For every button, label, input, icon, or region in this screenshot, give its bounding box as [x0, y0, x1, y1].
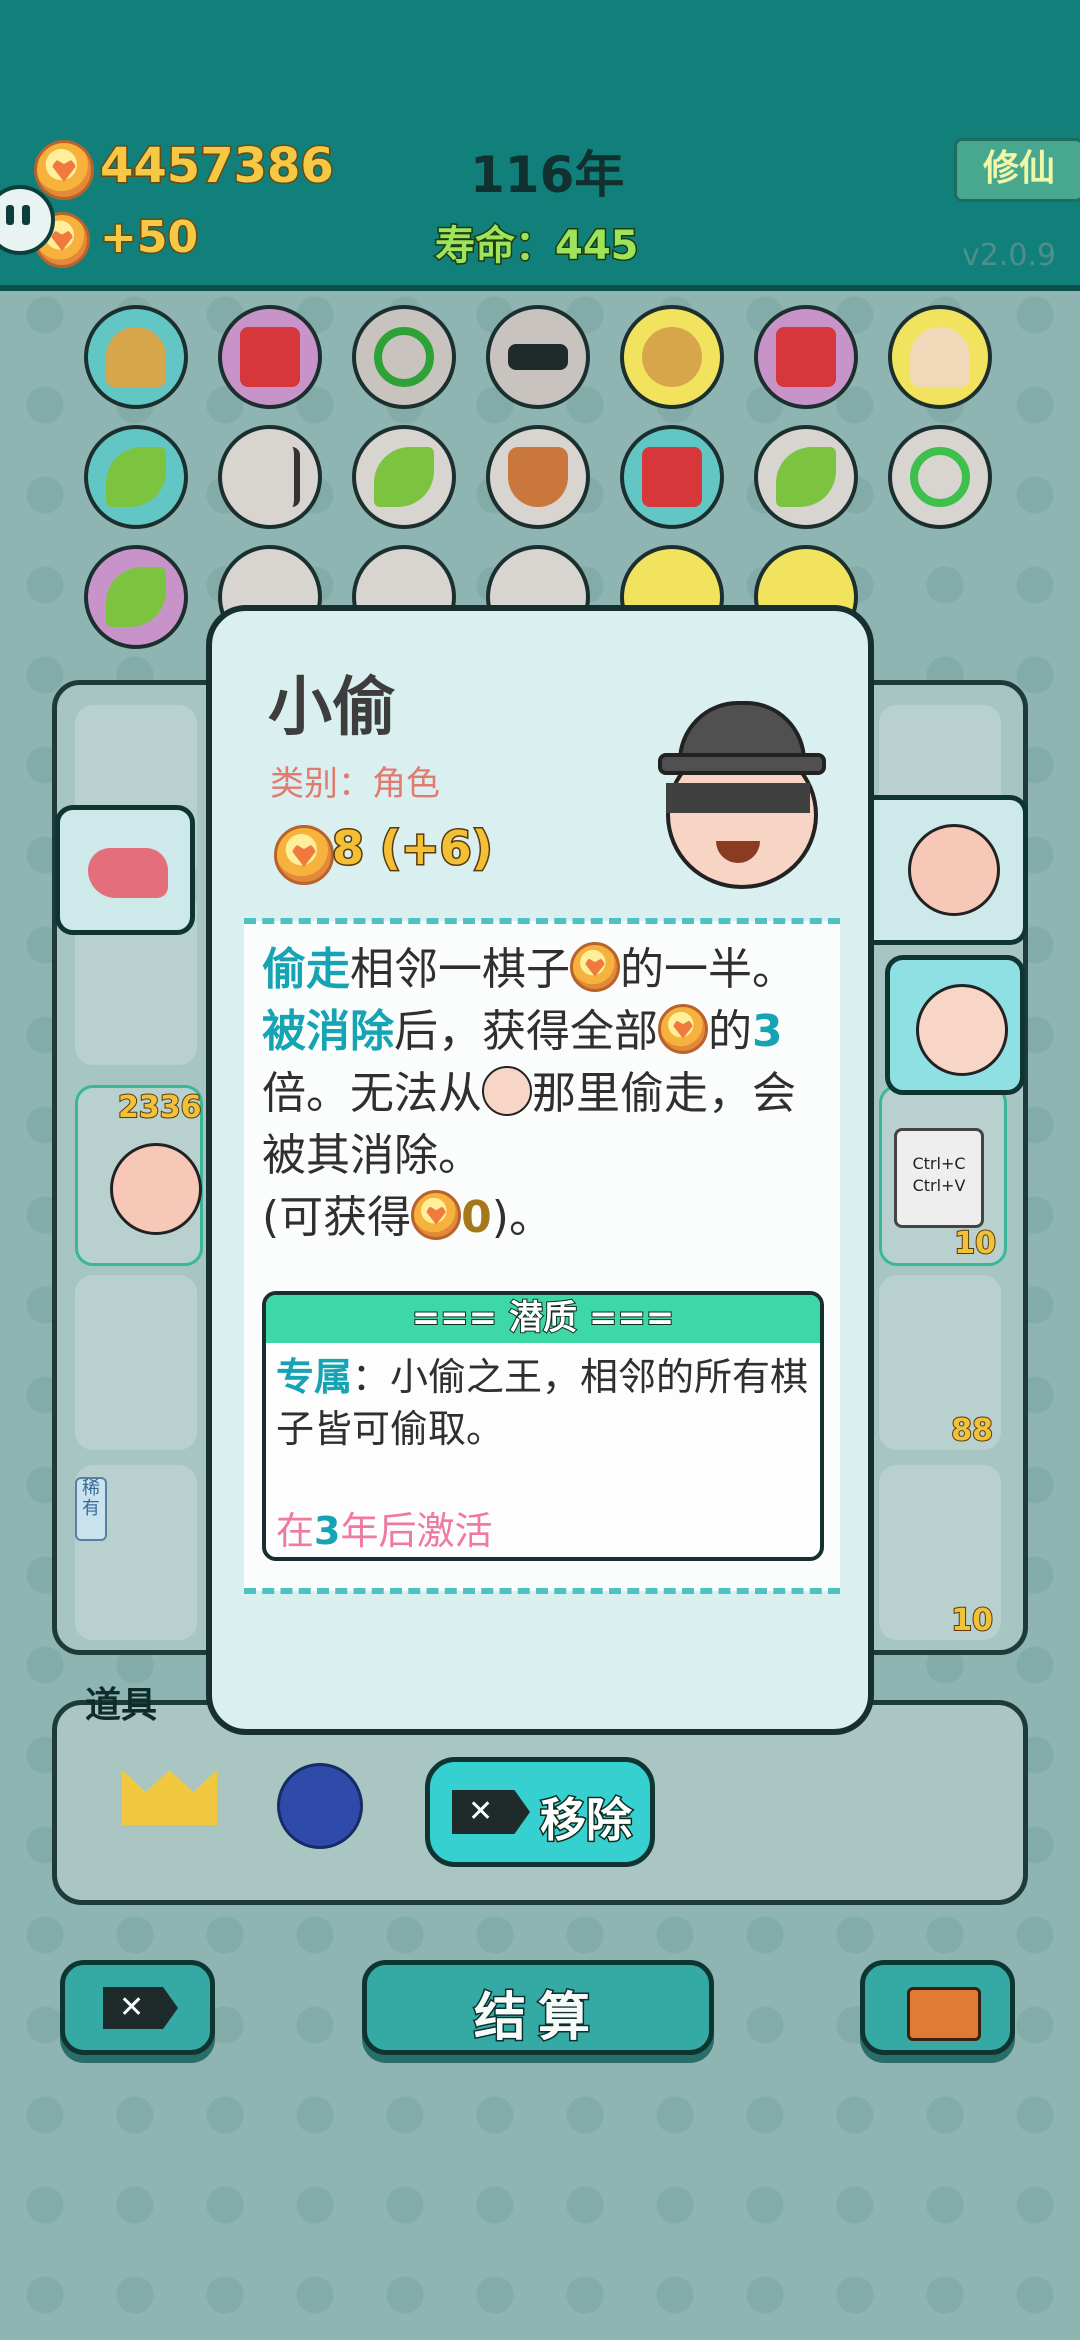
- description-text: 偷走相邻一棋子 的一半。被消除后，获得全部 的3倍。无法从 那里偷走，会被其消除。 (…: [262, 942, 796, 1243]
- thief-portrait-icon: [648, 701, 828, 889]
- divider: [244, 1588, 840, 1594]
- item-skip[interactable]: [218, 425, 322, 529]
- settle-label: 结算: [472, 1987, 602, 2050]
- xiuxian-button[interactable]: 修仙: [954, 138, 1080, 202]
- coin-icon: [570, 942, 620, 992]
- board-cell-thief[interactable]: 2336: [75, 1085, 203, 1266]
- thief-face-icon: [110, 1143, 202, 1235]
- trait-box: === 潜质 === 专属：小偷之王，相邻的所有棋子皆可偷取。 在3年后激活: [262, 1291, 824, 1561]
- item-recycle[interactable]: [352, 305, 456, 409]
- coin-icon: [658, 1004, 708, 1054]
- board-cell-cat-4[interactable]: 10: [879, 1465, 1001, 1640]
- settle-button[interactable]: 结算: [362, 1960, 714, 2055]
- top-status-bar: 4457386 +50 116年 寿命：445 修仙 v2.0.9: [0, 0, 1080, 291]
- board-cell-cat-3[interactable]: 88: [879, 1275, 1001, 1450]
- item-fries[interactable]: [218, 305, 322, 409]
- detail-popup: 小偷 类别：角色 8 (+6) 偷走相邻一棋子 的一半。被消除后，获得全部 的3倍。…: [206, 605, 874, 1735]
- divider: [244, 918, 840, 924]
- thief-tile[interactable]: [868, 795, 1028, 945]
- item-cats-pair[interactable]: [620, 305, 724, 409]
- delete-tag-icon: ✕: [103, 1987, 178, 2029]
- item-shell[interactable]: [888, 305, 992, 409]
- year-counter: 116年: [470, 146, 625, 204]
- item-refresh[interactable]: [888, 425, 992, 529]
- liver-tile[interactable]: [55, 805, 195, 935]
- remove-label: 移除: [539, 1792, 634, 1849]
- board-cell-copy[interactable]: Ctrl+C Ctrl+V 10: [879, 1085, 1007, 1266]
- item-delete-tag[interactable]: [486, 305, 590, 409]
- item-cat[interactable]: [84, 305, 188, 409]
- board-cell-empty[interactable]: [75, 1275, 197, 1450]
- lifespan-counter: 寿命：445: [434, 222, 640, 271]
- popup-description: 偷走相邻一棋子 的一半。被消除后，获得全部 的3倍。无法从 那里偷走，会被其消除。 (…: [244, 918, 840, 1594]
- inventory-button[interactable]: [860, 1960, 1015, 2055]
- item-leaf-2[interactable]: [352, 425, 456, 529]
- coin-icon: [411, 1190, 462, 1240]
- count-label: 10: [953, 1225, 997, 1262]
- police-face-icon: [916, 984, 1008, 1076]
- item-leaf-4[interactable]: [84, 545, 188, 649]
- thief-face-icon: [908, 824, 1000, 916]
- tools-label: 道具: [85, 1685, 158, 1726]
- count-label: 10: [950, 1602, 994, 1639]
- count-label: 2336: [117, 1089, 202, 1126]
- trait-body: 专属：小偷之王，相邻的所有棋子皆可偷取。: [276, 1355, 809, 1451]
- card-text-2: Ctrl+V: [912, 1176, 966, 1195]
- item-fruit-basket[interactable]: [486, 425, 590, 529]
- coin-icon: [34, 140, 94, 200]
- board-cell-bum[interactable]: 稀有: [75, 1465, 197, 1640]
- briefcase-icon: [907, 1987, 981, 2041]
- popup-title: 小偷: [268, 671, 396, 745]
- popup-cost: 8 (+6): [331, 820, 495, 877]
- discard-button[interactable]: ✕: [60, 1960, 215, 2055]
- item-leaf[interactable]: [84, 425, 188, 529]
- item-fries-3[interactable]: [620, 425, 724, 529]
- trait-header: === 潜质 ===: [266, 1295, 820, 1343]
- copy-card: Ctrl+C Ctrl+V: [894, 1128, 984, 1228]
- remove-button[interactable]: ✕ 移除: [425, 1757, 655, 1867]
- rarity-tag: 稀有: [75, 1477, 107, 1541]
- blueberry-icon[interactable]: [277, 1763, 363, 1849]
- crown-icon[interactable]: [122, 1770, 217, 1825]
- coin-income: +50: [98, 211, 199, 265]
- trait-activation: 在3年后激活: [276, 1509, 493, 1553]
- item-fries-2[interactable]: [754, 305, 858, 409]
- card-text-1: Ctrl+C: [912, 1154, 966, 1173]
- version-label: v2.0.9: [962, 238, 1057, 273]
- item-leaf-3[interactable]: [754, 425, 858, 529]
- popup-category: 类别：角色: [270, 764, 440, 804]
- liver-icon: [88, 848, 168, 898]
- delete-tag-icon: ✕: [452, 1790, 530, 1834]
- count-label: 88: [950, 1412, 994, 1449]
- coin-icon: [274, 825, 334, 885]
- coin-total: 4457386: [99, 137, 336, 196]
- police-tile[interactable]: [885, 955, 1025, 1095]
- police-icon: [482, 1066, 532, 1116]
